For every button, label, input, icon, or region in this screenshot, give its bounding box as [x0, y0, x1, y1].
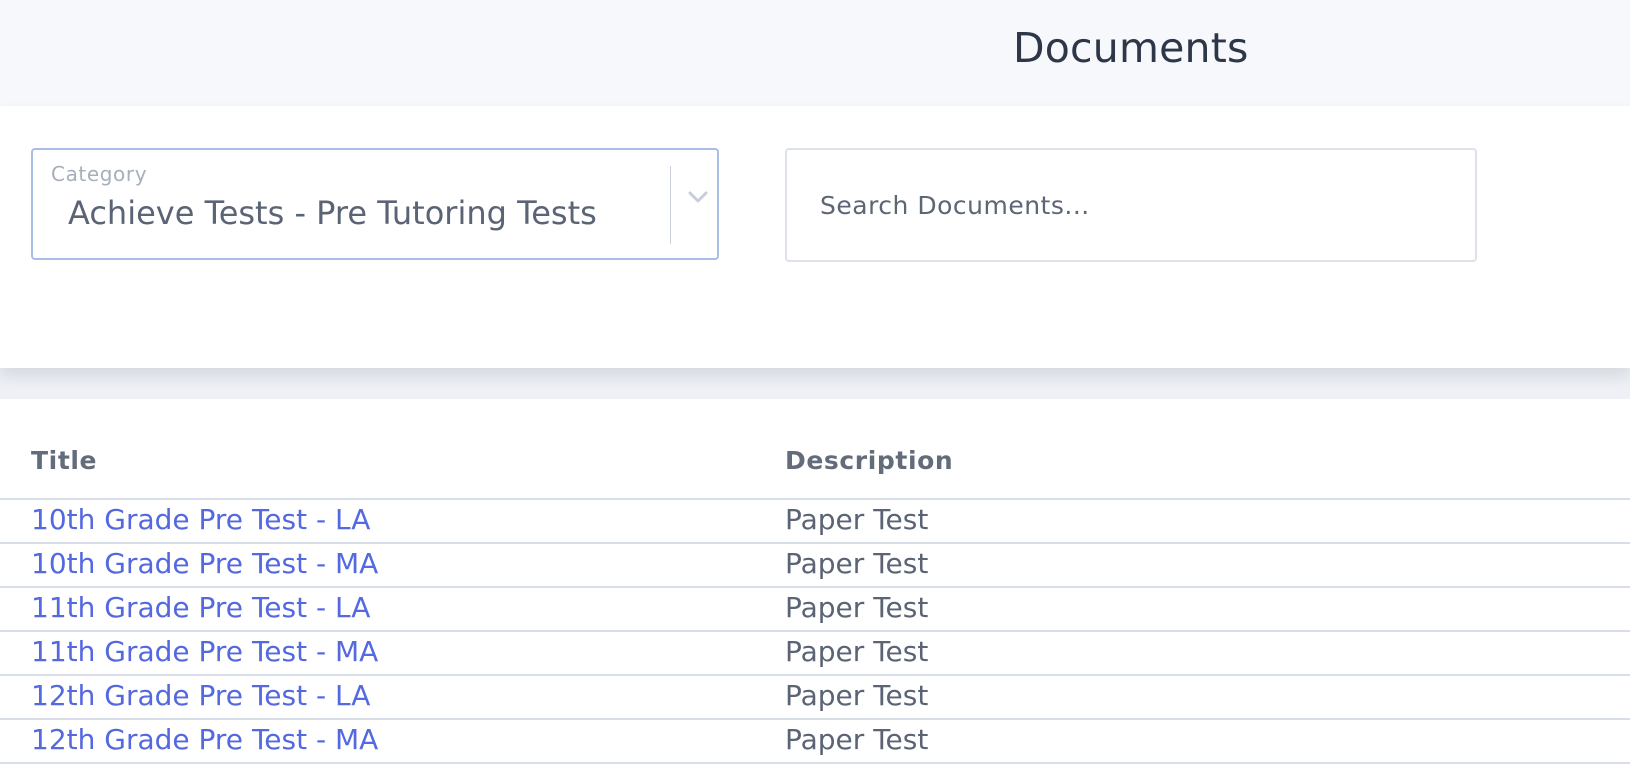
document-description: Paper Test [785, 679, 929, 712]
category-selected-value[interactable]: Achieve Tests - Pre Tutoring Tests [68, 194, 597, 232]
category-select[interactable]: Category Achieve Tests - Pre Tutoring Te… [31, 148, 719, 260]
document-title-link[interactable]: 12th Grade Pre Test - LA [31, 679, 370, 712]
table-row: 11th Grade Pre Test - LA Paper Test [0, 588, 1630, 632]
table-header: Title Description [0, 420, 1630, 500]
chevron-down-icon[interactable] [683, 182, 713, 212]
document-title-link[interactable]: 10th Grade Pre Test - LA [31, 503, 370, 536]
column-header-title[interactable]: Title [31, 446, 97, 475]
table-row: 10th Grade Pre Test - LA Paper Test [0, 500, 1630, 544]
table-row: 10th Grade Pre Test - MA Paper Test [0, 544, 1630, 588]
select-divider [670, 166, 671, 244]
table-row: 12th Grade Pre Test - MA Paper Test [0, 720, 1630, 764]
page-header: Documents [0, 0, 1630, 106]
section-divider [0, 368, 1630, 399]
category-label: Category [51, 162, 148, 186]
document-description: Paper Test [785, 591, 929, 624]
document-title-link[interactable]: 11th Grade Pre Test - LA [31, 591, 370, 624]
table-row: 12th Grade Pre Test - LA Paper Test [0, 676, 1630, 720]
document-description: Paper Test [785, 635, 929, 668]
documents-table: Title Description 10th Grade Pre Test - … [0, 420, 1630, 764]
document-description: Paper Test [785, 503, 929, 536]
document-title-link[interactable]: 10th Grade Pre Test - MA [31, 547, 378, 580]
table-row: 11th Grade Pre Test - MA Paper Test [0, 632, 1630, 676]
document-title-link[interactable]: 11th Grade Pre Test - MA [31, 635, 378, 668]
document-title-link[interactable]: 12th Grade Pre Test - MA [31, 723, 378, 756]
page-title: Documents [1013, 24, 1249, 72]
column-header-description[interactable]: Description [785, 446, 953, 475]
document-description: Paper Test [785, 547, 929, 580]
filter-panel: Category Achieve Tests - Pre Tutoring Te… [0, 106, 1630, 368]
search-input[interactable] [785, 148, 1477, 262]
document-description: Paper Test [785, 723, 929, 756]
